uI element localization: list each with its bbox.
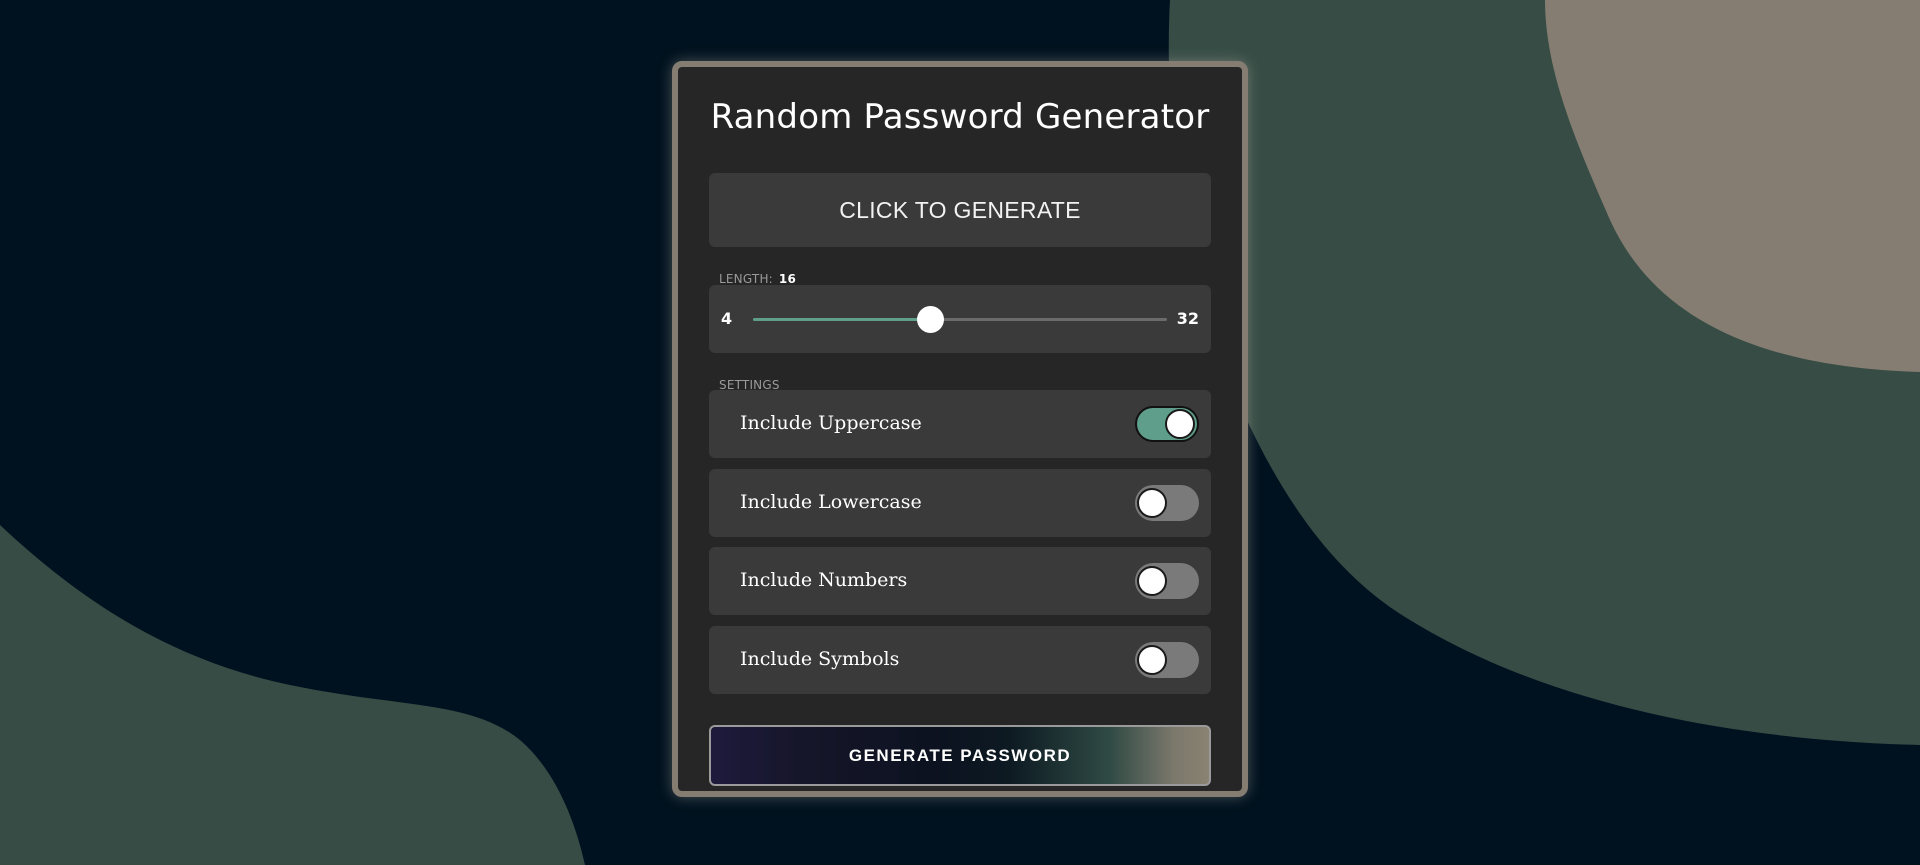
toggle-knob <box>1137 488 1167 518</box>
toggle-numbers[interactable] <box>1135 563 1199 599</box>
password-display-text: CLICK TO GENERATE <box>839 196 1081 223</box>
length-label: LENGTH: 16 <box>719 272 796 286</box>
setting-row-lowercase: Include Lowercase <box>709 469 1211 537</box>
generate-password-button[interactable]: GENERATE PASSWORD <box>709 725 1211 786</box>
setting-row-numbers: Include Numbers <box>709 547 1211 615</box>
length-slider-container: 4 32 <box>709 285 1211 353</box>
toggle-knob <box>1165 409 1195 439</box>
setting-label-lowercase: Include Lowercase <box>740 491 922 513</box>
length-slider-thumb[interactable] <box>917 306 945 333</box>
slider-max-label: 32 <box>1176 309 1199 328</box>
toggle-knob <box>1137 645 1167 675</box>
toggle-lowercase[interactable] <box>1135 485 1199 521</box>
background-blob-bottom-left <box>0 525 585 865</box>
length-slider-fill <box>753 318 931 321</box>
toggle-uppercase[interactable] <box>1135 406 1199 442</box>
toggle-symbols[interactable] <box>1135 642 1199 678</box>
app-title: Random Password Generator <box>710 97 1210 137</box>
setting-label-symbols: Include Symbols <box>740 648 900 670</box>
password-display[interactable]: CLICK TO GENERATE <box>709 173 1211 247</box>
toggle-knob <box>1137 566 1167 596</box>
setting-row-symbols: Include Symbols <box>709 626 1211 694</box>
length-label-text: LENGTH: <box>719 272 773 286</box>
length-value: 16 <box>778 272 797 286</box>
slider-min-label: 4 <box>721 309 733 328</box>
setting-label-numbers: Include Numbers <box>740 569 908 591</box>
password-generator-card: Random Password Generator CLICK TO GENER… <box>672 61 1248 797</box>
generate-password-button-label: GENERATE PASSWORD <box>848 745 1072 765</box>
setting-row-uppercase: Include Uppercase <box>709 390 1211 458</box>
length-slider-track[interactable] <box>753 306 1167 333</box>
setting-label-uppercase: Include Uppercase <box>740 412 922 434</box>
